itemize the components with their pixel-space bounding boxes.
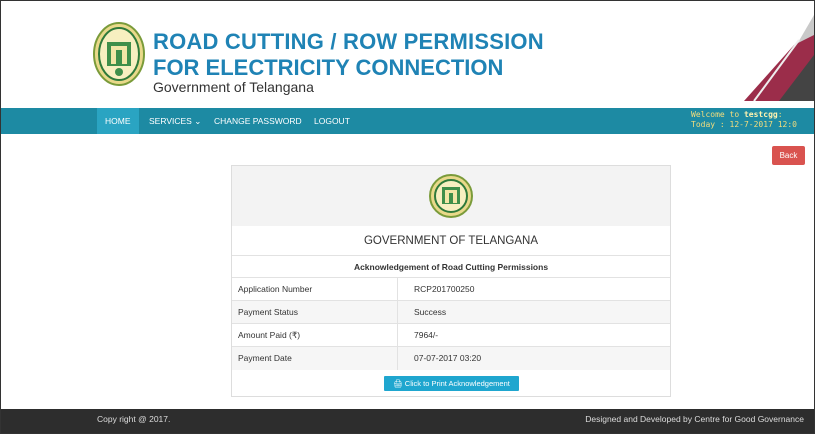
- telangana-emblem-icon: [429, 174, 473, 218]
- table-row: Amount Paid (₹) 7964/-: [232, 323, 670, 347]
- welcome-prefix: Welcome to: [691, 110, 744, 119]
- nav-change-password[interactable]: CHANGE PASSWORD: [206, 108, 310, 134]
- welcome-suffix: :: [777, 110, 783, 119]
- nav-logout[interactable]: LOGOUT: [306, 108, 358, 134]
- row-label: Amount Paid (₹): [238, 330, 301, 340]
- row-value: Success: [414, 307, 447, 317]
- footer-copyright: Copy right @ 2017.: [97, 414, 171, 424]
- print-acknowledgement-button[interactable]: 🖨 Click to Print Acknowledgement: [384, 376, 519, 391]
- table-row: Application Number RCP201700250: [232, 277, 670, 301]
- site-title-line1: ROAD CUTTING / ROW PERMISSION: [153, 29, 544, 54]
- welcome-user: testcgg: [743, 110, 778, 119]
- row-label: Payment Status: [238, 307, 299, 317]
- site-footer: Copy right @ 2017. Designed and Develope…: [1, 409, 814, 433]
- nav-services[interactable]: SERVICES ⌄: [141, 108, 209, 134]
- row-label: Payment Date: [238, 353, 292, 363]
- column-divider: [397, 347, 398, 370]
- row-label: Application Number: [238, 284, 313, 294]
- app-window: ROAD CUTTING / ROW PERMISSION FOR ELECTR…: [0, 0, 815, 434]
- card-header: [232, 166, 670, 226]
- back-button[interactable]: Back: [772, 146, 805, 165]
- welcome-text: Welcome to testcgg: Today : 12-7-2017 12…: [691, 110, 797, 130]
- card-subheading: Acknowledgement of Road Cutting Permissi…: [232, 255, 670, 278]
- column-divider: [397, 301, 398, 324]
- row-value: 7964/-: [414, 330, 439, 340]
- acknowledgement-card: GOVERNMENT OF TELANGANA Acknowledgement …: [231, 165, 671, 397]
- column-divider: [397, 278, 398, 301]
- road-photo-icon: [744, 15, 814, 101]
- row-value: 07-07-2017 03:20: [414, 353, 482, 363]
- nav-home[interactable]: HOME: [97, 108, 139, 134]
- row-value: RCP201700250: [414, 284, 475, 294]
- table-row: Payment Date 07-07-2017 03:20: [232, 346, 670, 370]
- telangana-emblem-icon: [93, 22, 145, 86]
- site-subtitle: Government of Telangana: [153, 79, 314, 95]
- card-title: GOVERNMENT OF TELANGANA: [363, 235, 539, 247]
- column-divider: [397, 324, 398, 347]
- site-title-line2: FOR ELECTRICITY CONNECTION: [153, 55, 504, 80]
- today-date: Today : 12-7-2017 12:0: [691, 120, 797, 129]
- table-row: Payment Status Success: [232, 300, 670, 324]
- main-nav: HOME SERVICES ⌄ CHANGE PASSWORD LOGOUT W…: [1, 108, 814, 134]
- footer-credit: Designed and Developed by Centre for Goo…: [585, 414, 804, 424]
- site-header: ROAD CUTTING / ROW PERMISSION FOR ELECTR…: [1, 1, 814, 108]
